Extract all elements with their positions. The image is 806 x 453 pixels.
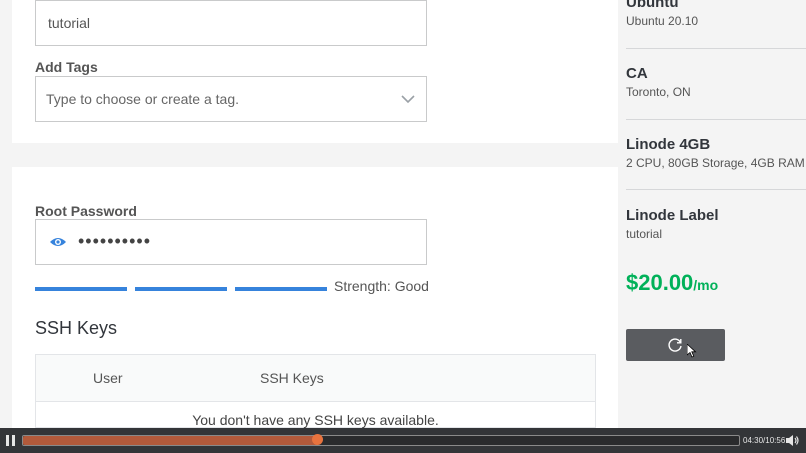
ssh-empty-message: You don't have any SSH keys available. (192, 412, 439, 428)
password-masked-value: •••••••••• (78, 231, 152, 251)
summary-subtitle: Ubuntu 20.10 (626, 14, 699, 28)
summary-title: Linode Label (626, 207, 719, 224)
summary-region: CA Toronto, ON (626, 65, 806, 99)
divider (626, 189, 806, 190)
root-password-input[interactable]: •••••••••• (35, 219, 427, 265)
strength-text: Strength: Good (334, 278, 429, 294)
column-header-ssh-keys: SSH Keys (260, 370, 324, 386)
create-linode-button[interactable] (626, 329, 725, 361)
summary-subtitle: tutorial (626, 227, 663, 241)
divider (626, 48, 806, 49)
linode-label-value: tutorial (48, 15, 91, 31)
linode-label-input[interactable]: tutorial (35, 0, 427, 46)
summary-label: Linode Label tutorial (626, 207, 806, 241)
ssh-keys-title: SSH Keys (35, 318, 118, 338)
mouse-cursor-icon (687, 344, 697, 358)
summary-title: CA (626, 65, 648, 82)
seek-progress (23, 436, 318, 445)
root-password-label: Root Password (35, 203, 137, 219)
price-period: /mo (693, 277, 719, 293)
tags-placeholder: Type to choose or create a tag. (46, 91, 240, 107)
strength-bar-segment (35, 287, 127, 291)
eye-icon[interactable] (49, 234, 67, 250)
details-panel: tutorial Add Tags Type to choose or crea… (12, 0, 618, 143)
table-header: User SSH Keys (36, 355, 595, 402)
summary-plan: Linode 4GB 2 CPU, 80GB Storage, 4GB RAM (626, 136, 806, 170)
seek-handle[interactable] (312, 434, 324, 445)
refresh-spinner-icon (668, 338, 682, 352)
timecode: 04:30/10:56 (743, 436, 786, 445)
main-form-column: tutorial Add Tags Type to choose or crea… (0, 0, 618, 428)
pause-icon[interactable] (6, 435, 18, 446)
summary-subtitle: 2 CPU, 80GB Storage, 4GB RAM (626, 156, 805, 170)
order-summary-sidebar: Ubuntu Ubuntu 20.10 CA Toronto, ON Linod… (618, 0, 806, 428)
add-tags-label: Add Tags (35, 59, 98, 75)
ssh-keys-table: User SSH Keys You don't have any SSH key… (35, 354, 596, 428)
divider (626, 119, 806, 120)
volume-icon[interactable] (786, 434, 799, 447)
strength-bar-segment (135, 287, 227, 291)
video-player-bar: 04:30/10:56 (0, 428, 806, 453)
summary-image: Ubuntu Ubuntu 20.10 (626, 0, 806, 28)
chevron-down-icon[interactable] (400, 91, 416, 107)
column-header-user: User (93, 370, 123, 386)
strength-bar-segment (235, 287, 327, 291)
summary-title: Ubuntu (626, 0, 679, 11)
price-total: $20.00/mo (626, 270, 718, 296)
summary-title: Linode 4GB (626, 136, 711, 153)
tags-select[interactable]: Type to choose or create a tag. (35, 76, 427, 122)
seek-bar[interactable] (22, 434, 740, 446)
price-amount: $20.00 (626, 270, 694, 295)
summary-subtitle: Toronto, ON (626, 85, 691, 99)
